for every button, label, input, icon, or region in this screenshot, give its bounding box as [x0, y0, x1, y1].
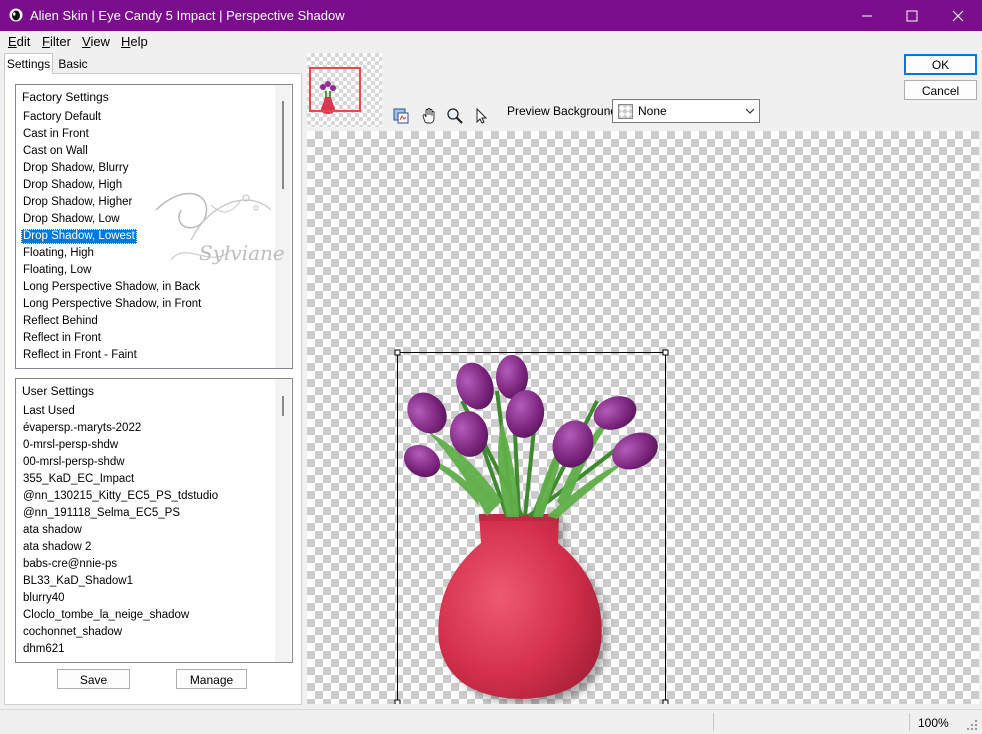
factory-setting-item[interactable]: Reflect in Front - Faint: [21, 348, 139, 363]
toggle-preview-button[interactable]: [390, 105, 412, 127]
factory-setting-item[interactable]: Drop Shadow, Lowest: [21, 229, 137, 244]
menu-view[interactable]: View: [82, 34, 110, 49]
cancel-button[interactable]: Cancel: [904, 80, 977, 100]
selection-handle[interactable]: [394, 699, 401, 704]
resize-grip-icon[interactable]: [966, 719, 978, 731]
close-icon: [952, 10, 964, 21]
factory-settings-list[interactable]: Factory Settings Factory Default Cast in …: [15, 84, 293, 369]
user-setting-item[interactable]: évapersp.-maryts-2022: [21, 421, 143, 436]
watermark-logo: Sylviane: [155, 193, 285, 265]
user-setting-item[interactable]: @nn_191118_Selma_EC5_PS: [21, 506, 182, 521]
navigator-viewport-rect[interactable]: [309, 67, 361, 112]
tab-settings[interactable]: Settings: [4, 53, 53, 74]
factory-setting-item[interactable]: Drop Shadow, High: [21, 178, 124, 193]
selection-handle[interactable]: [662, 349, 669, 356]
factory-setting-item[interactable]: Floating, High: [21, 246, 96, 261]
menu-filter[interactable]: Filter: [42, 34, 71, 49]
save-button[interactable]: Save: [57, 669, 130, 689]
user-setting-item[interactable]: @nn_130215_Kitty_EC5_PS_tdstudio: [21, 489, 220, 504]
factory-setting-item[interactable]: Drop Shadow, Blurry: [21, 161, 130, 176]
hand-icon: [422, 108, 435, 124]
user-setting-item[interactable]: 00-mrsl-persp-shdw: [21, 455, 127, 470]
arrow-cursor-icon: [476, 107, 488, 124]
chevron-down-icon: [745, 108, 755, 114]
factory-setting-item[interactable]: Drop Shadow, Higher: [21, 195, 134, 210]
zoom-tool-button[interactable]: [444, 105, 466, 127]
user-list-scrollbar[interactable]: [275, 379, 291, 662]
title-bar: Alien Skin | Eye Candy 5 Impact | Perspe…: [0, 0, 982, 31]
user-setting-item[interactable]: 355_KaD_EC_Impact: [21, 472, 136, 487]
user-setting-item[interactable]: BL33_KaD_Shadow1: [21, 574, 135, 589]
status-cell-zoom: 100%: [909, 713, 960, 731]
minimize-icon: [862, 15, 872, 16]
user-setting-item[interactable]: dhm621: [21, 642, 67, 657]
manage-button[interactable]: Manage: [176, 669, 247, 689]
window-title: Alien Skin | Eye Candy 5 Impact | Perspe…: [30, 8, 345, 23]
user-setting-item[interactable]: 0-mrsl-persp-shdw: [21, 438, 120, 453]
factory-setting-item[interactable]: Reflect in Front: [21, 331, 103, 346]
user-setting-item[interactable]: ata shadow: [21, 523, 84, 538]
transparent-swatch-icon: [618, 104, 633, 119]
preview-background-value: None: [638, 104, 667, 118]
selection-handle[interactable]: [394, 349, 401, 356]
user-settings-list[interactable]: User Settings Last Used évapersp.-maryts-…: [15, 378, 293, 663]
select-tool-button[interactable]: [470, 105, 492, 127]
factory-setting-item[interactable]: Reflect Behind: [21, 314, 100, 329]
user-setting-item[interactable]: blurry40: [21, 591, 67, 606]
user-list-scroll-thumb[interactable]: [282, 396, 284, 416]
user-setting-item[interactable]: babs-cre@nnie-ps: [21, 557, 119, 572]
menu-edit[interactable]: Edit: [8, 34, 30, 49]
user-setting-item[interactable]: ata shadow 2: [21, 540, 93, 555]
status-cell-info: [713, 713, 909, 731]
factory-setting-item[interactable]: Drop Shadow, Low: [21, 212, 122, 227]
watermark-text: Sylviane: [199, 241, 285, 265]
factory-setting-item[interactable]: Cast in Front: [21, 127, 91, 142]
minimize-button[interactable]: [844, 0, 890, 31]
alien-skin-app-icon: [9, 8, 23, 22]
close-window-button[interactable]: [935, 0, 981, 31]
user-setting-item[interactable]: cochonnet_shadow: [21, 625, 124, 640]
menu-bar: Edit Filter View Help: [0, 31, 982, 51]
hand-tool-button[interactable]: [418, 105, 440, 127]
preview-image: [394, 349, 669, 704]
ok-button[interactable]: OK: [904, 54, 977, 75]
maximize-icon: [906, 10, 918, 21]
preview-background-label: Preview Background:: [507, 104, 621, 118]
user-setting-item[interactable]: Last Used: [21, 404, 77, 419]
user-settings-title: User Settings: [22, 384, 95, 398]
magnifier-icon: [447, 108, 463, 124]
zoom-level: 100%: [918, 716, 949, 730]
maximize-button[interactable]: [889, 0, 935, 31]
tab-basic[interactable]: Basic: [53, 56, 93, 73]
vase-shape: [438, 514, 602, 699]
factory-settings-title: Factory Settings: [22, 90, 109, 104]
menu-help[interactable]: Help: [121, 34, 148, 49]
compare-icon: [393, 108, 409, 124]
factory-setting-item[interactable]: Factory Default: [21, 110, 103, 125]
preview-background-select[interactable]: None: [612, 99, 760, 123]
factory-setting-item[interactable]: Cast on Wall: [21, 144, 90, 159]
factory-setting-item[interactable]: Floating, Low: [21, 263, 93, 278]
factory-setting-item[interactable]: Long Perspective Shadow, in Front: [21, 297, 203, 312]
selection-handle[interactable]: [662, 699, 669, 704]
preview-canvas[interactable]: [307, 131, 979, 704]
factory-list-scroll-thumb[interactable]: [282, 101, 284, 189]
status-bar: 100%: [0, 709, 982, 734]
user-setting-item[interactable]: Cloclo_tombe_la_neige_shadow: [21, 608, 191, 623]
navigator-thumbnail[interactable]: [307, 53, 382, 127]
